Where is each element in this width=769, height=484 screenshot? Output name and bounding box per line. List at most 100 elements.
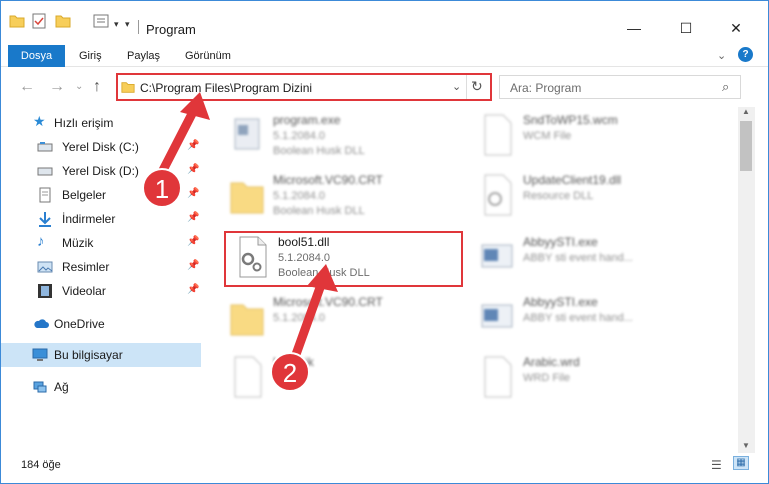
back-arrow-icon[interactable]: ← xyxy=(19,78,35,96)
tab-paylas[interactable]: Paylaş xyxy=(127,45,160,67)
file-version: ABBY sti event hand... xyxy=(523,252,633,264)
file-name: Microsoft.VC90.CRT xyxy=(273,295,383,309)
sidebar-item-label: Videolar xyxy=(62,284,106,298)
scroll-up-icon[interactable]: ▲ xyxy=(742,107,750,116)
properties-icon[interactable] xyxy=(31,13,47,29)
cloud-icon xyxy=(34,319,49,328)
customize-toolbar-icon[interactable] xyxy=(93,13,109,29)
search-icon[interactable]: ⌕ xyxy=(722,79,729,95)
minimize-icon: — xyxy=(627,20,641,36)
blank-file-icon xyxy=(484,114,512,156)
drive-icon xyxy=(37,142,53,152)
sidebar-item-label: Yerel Disk (C:) xyxy=(62,140,139,154)
file-item[interactable]: AbbyySTI.exe ABBY sti event hand... xyxy=(469,231,705,287)
up-arrow-icon[interactable]: ↑ xyxy=(93,78,101,96)
qat-dropdown-icon[interactable]: ▾ xyxy=(125,19,130,30)
file-description: Boolean Husk DLL xyxy=(273,205,365,217)
music-icon: ♪ xyxy=(37,233,45,250)
sidebar-item-label: Bu bilgisayar xyxy=(54,348,123,362)
computer-icon xyxy=(32,348,48,361)
file-name: UpdateClient19.dll xyxy=(523,173,622,187)
address-path: C:\Program Files\Program Dizini xyxy=(140,81,313,95)
file-name: Arabic.wrd xyxy=(523,355,580,369)
address-dropdown-icon[interactable]: ⌄ xyxy=(452,80,461,93)
file-item[interactable]: Microsoft.VC90.CRT 5.1.2084.0 xyxy=(219,291,455,347)
expand-ribbon-icon[interactable]: ⌄ xyxy=(717,49,726,62)
tab-dosya[interactable]: Dosya xyxy=(8,45,65,67)
sidebar-item-label: OneDrive xyxy=(54,317,105,331)
dll-file-icon xyxy=(484,174,512,216)
file-version: Resource DLL xyxy=(523,190,594,202)
details-view-icon[interactable]: ☰ xyxy=(711,458,722,472)
file-name: AbbyySTI.exe xyxy=(523,295,598,309)
download-icon xyxy=(39,212,51,227)
file-version: WRD File xyxy=(523,372,571,384)
file-version: 5.1.2084.0 xyxy=(273,312,325,324)
pin-icon[interactable]: 📌 xyxy=(187,140,199,151)
sidebar-item-label: Belgeler xyxy=(62,188,107,202)
scroll-down-icon[interactable]: ▼ xyxy=(742,441,750,450)
file-name: Microsoft.VC90.CRT xyxy=(273,173,383,187)
file-version: 5.1.2084.0 xyxy=(273,130,325,142)
vertical-scrollbar[interactable]: ▲ ▼ xyxy=(738,107,755,453)
search-box[interactable]: Ara: Program ⌕ xyxy=(499,75,741,99)
video-icon xyxy=(38,284,52,298)
file-item[interactable]: AbbyySTI.exe ABBY sti event hand... xyxy=(469,291,705,347)
pin-icon[interactable]: 📌 xyxy=(187,164,199,175)
folder-icon[interactable] xyxy=(9,13,25,29)
file-item[interactable]: Arabic.wrd WRD File xyxy=(469,351,705,407)
ribbon-tabs: Dosya Giriş Paylaş Görünüm ⌄ ? xyxy=(1,45,768,67)
file-item[interactable]: UpdateClient19.dll Resource DLL xyxy=(469,169,705,225)
pin-icon[interactable]: 📌 xyxy=(187,284,199,295)
pin-icon[interactable]: 📌 xyxy=(187,260,199,271)
close-button[interactable]: ✕ xyxy=(713,13,759,43)
file-item[interactable]: Microsoft.VC90.CRT 5.1.2084.0 Boolean Hu… xyxy=(219,169,455,225)
pin-icon[interactable]: 📌 xyxy=(187,212,199,223)
sidebar-item-downloads[interactable]: İndirmeler 📌 xyxy=(1,207,201,231)
sidebar-item-documents[interactable]: Belgeler 📌 xyxy=(1,183,201,207)
file-item[interactable]: SndToWP15.wcm WCM File xyxy=(469,109,705,165)
star-icon: ★ xyxy=(33,113,46,129)
pin-icon[interactable]: 📌 xyxy=(187,236,199,247)
sidebar-item-music[interactable]: ♪ Müzik 📌 xyxy=(1,231,201,255)
maximize-icon: ☐ xyxy=(679,19,693,36)
tiles-view-icon[interactable]: ▦ xyxy=(733,456,749,470)
tab-giris[interactable]: Giriş xyxy=(79,45,102,67)
folder-icon xyxy=(121,82,135,93)
pin-icon[interactable]: 📌 xyxy=(187,188,199,199)
blank-file-icon xyxy=(484,356,512,398)
sidebar-item-pictures[interactable]: Resimler 📌 xyxy=(1,255,201,279)
sidebar-item-label: Yerel Disk (D:) xyxy=(62,164,139,178)
chevron-down-icon[interactable]: ▾ xyxy=(114,19,119,30)
scrollbar-thumb[interactable] xyxy=(740,121,752,171)
help-icon[interactable]: ? xyxy=(738,47,753,62)
file-name: SndToWP15.wcm xyxy=(523,113,618,127)
documents-icon xyxy=(39,187,51,203)
navigation-pane: ★ Hızlı erişim Yerel Disk (C:) 📌 Yerel D… xyxy=(1,107,201,447)
sidebar-item-disk-d[interactable]: Yerel Disk (D:) 📌 xyxy=(1,159,201,183)
refresh-icon[interactable]: ↻ xyxy=(471,78,483,95)
file-item[interactable]: Lion.cjk xyxy=(219,351,455,407)
address-bar[interactable]: C:\Program Files\Program Dizini ⌄ ↻ xyxy=(116,73,492,101)
exe-file-icon xyxy=(481,244,513,268)
item-count: 184 öğe xyxy=(21,459,61,471)
minimize-button[interactable]: — xyxy=(611,13,657,43)
folder-icon xyxy=(230,182,264,214)
forward-arrow-icon[interactable]: → xyxy=(49,78,65,96)
sidebar-item-network[interactable]: Ağ xyxy=(1,375,201,399)
sidebar-item-videos[interactable]: Videolar 📌 xyxy=(1,279,201,303)
sidebar-item-quick-access[interactable]: ★ Hızlı erişim xyxy=(1,111,201,135)
recent-locations-icon[interactable]: ⌄ xyxy=(75,81,83,92)
sidebar-item-disk-c[interactable]: Yerel Disk (C:) 📌 xyxy=(1,135,201,159)
pictures-icon xyxy=(37,261,53,273)
file-version: 5.1.2084.0 xyxy=(273,190,325,202)
file-item[interactable]: program.exe 5.1.2084.0 Boolean Husk DLL xyxy=(219,109,455,165)
sidebar-item-onedrive[interactable]: OneDrive xyxy=(1,312,201,336)
sidebar-item-this-pc[interactable]: Bu bilgisayar xyxy=(1,343,201,367)
maximize-button[interactable]: ☐ xyxy=(663,13,709,43)
tab-gorunum[interactable]: Görünüm xyxy=(185,45,231,67)
network-icon xyxy=(33,381,47,393)
new-folder-icon[interactable] xyxy=(55,13,71,29)
file-name: Lion.cjk xyxy=(273,355,314,369)
sidebar-item-label: Müzik xyxy=(62,236,94,250)
